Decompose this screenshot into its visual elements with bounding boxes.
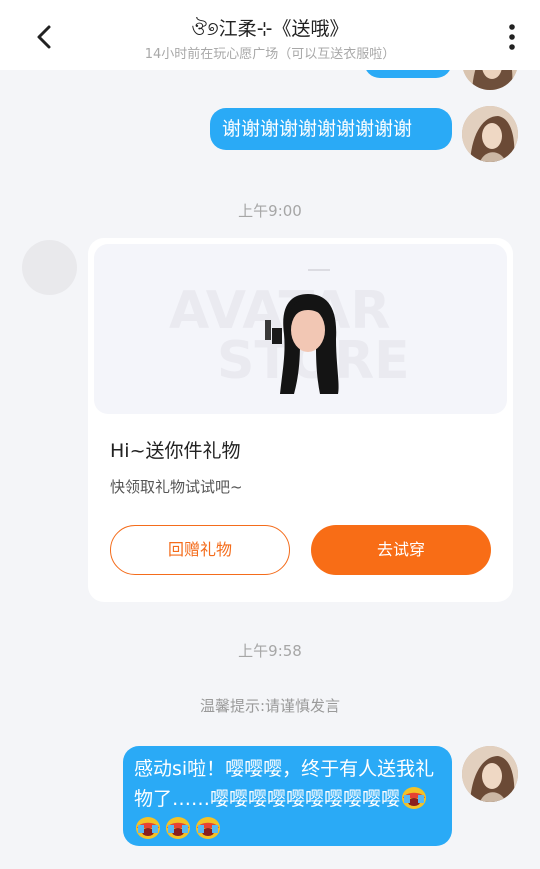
gift-title: Hi~送你件礼物 — [110, 440, 241, 462]
crying-face-icon — [402, 787, 427, 809]
sent-message-bubble[interactable]: 谢谢谢谢谢谢谢谢谢谢 — [210, 108, 452, 150]
crying-face-icon — [196, 817, 220, 839]
warm-tip: 温馨提示:请谨慎发言 — [199, 697, 341, 715]
sender-avatar[interactable] — [22, 240, 77, 295]
user-avatar[interactable] — [462, 746, 518, 802]
avatar-image — [462, 106, 518, 162]
try-on-button[interactable]: 去试穿 — [311, 525, 491, 575]
vertical-ellipsis-icon[interactable] — [502, 22, 522, 52]
gift-subtitle: 快领取礼物试试吧~ — [110, 478, 243, 496]
gift-preview-image: AVATAR STORE — [169, 269, 410, 394]
gift-image-area: AVATAR STORE — [94, 244, 507, 414]
chat-subtitle: 14小时前在玩心愿广场（可以互送衣服啦） — [144, 47, 396, 62]
crying-face-icon — [166, 817, 190, 839]
chat-header: ঔ୭江柔⊹《送哦》 14小时前在玩心愿广场（可以互送衣服啦） — [0, 0, 540, 70]
timestamp: 上午9:58 — [238, 642, 302, 660]
user-avatar[interactable] — [462, 106, 518, 162]
timestamp: 上午9:00 — [238, 202, 302, 220]
return-gift-button[interactable]: 回赠礼物 — [110, 525, 290, 575]
gift-card[interactable]: AVATAR STORE Hi~送你件礼物 快领取礼物试试吧~ 回赠礼物 去试穿 — [88, 238, 513, 602]
sent-message-bubble[interactable]: 感动si啦！嘤嘤嘤，终于有人送我礼物了……嘤嘤嘤嘤嘤嘤嘤嘤嘤嘤 — [123, 746, 452, 846]
avatar-image — [462, 746, 518, 802]
message-text: 谢谢谢谢谢谢谢谢谢谢 — [222, 118, 413, 140]
message-text: 感动si啦！嘤嘤嘤，终于有人送我礼物了……嘤嘤嘤嘤嘤嘤嘤嘤嘤嘤 — [134, 758, 435, 810]
crying-face-icon — [136, 817, 160, 839]
